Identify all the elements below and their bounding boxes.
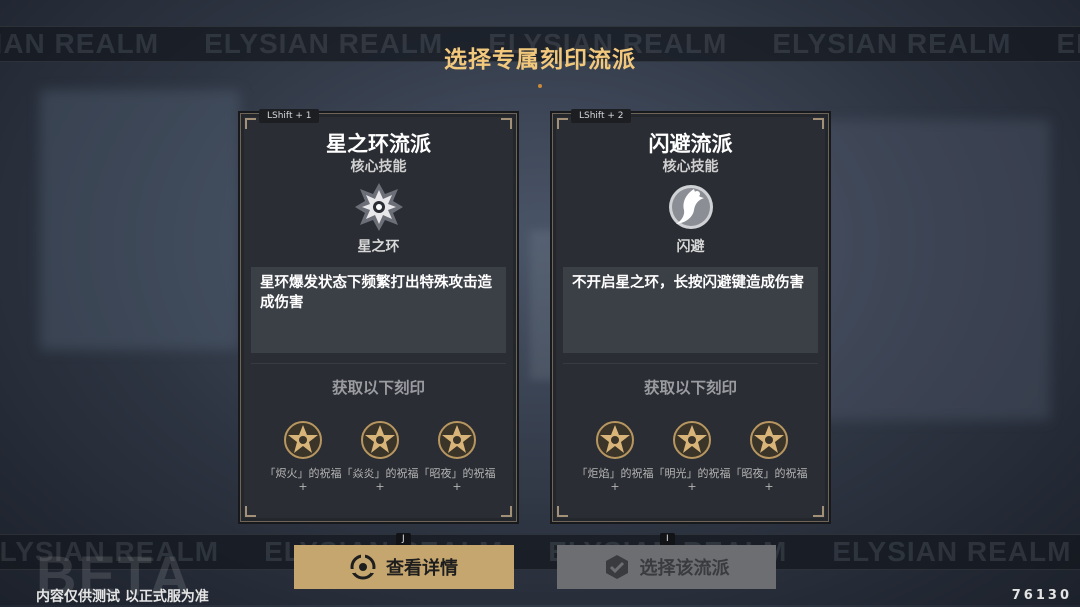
card-corner-ornament — [813, 506, 824, 517]
signet-emblem-icon — [673, 421, 711, 459]
view-details-button[interactable]: 查看详情 — [294, 545, 514, 589]
select-school-label: 选择该流派 — [639, 558, 730, 579]
core-skill-name: 星之环 — [357, 239, 400, 255]
card-title: 星之环流派 — [326, 132, 431, 156]
core-skill-label: 核心技能 — [662, 159, 719, 175]
reward-label: 「烬火」的祝福+ — [264, 467, 342, 493]
reward-item[interactable]: 「昭夜」的祝福+ — [417, 419, 497, 493]
reward-item[interactable]: 「炬焰」的祝福+ — [575, 419, 655, 493]
card-corner-ornament — [501, 506, 512, 517]
reward-item[interactable]: 「烬火」的祝福+ — [263, 419, 343, 493]
build-version: 76130 — [1011, 588, 1072, 603]
test-disclaimer: 内容仅供测试 以正式服为准 — [36, 589, 209, 605]
title-accent-dot — [538, 84, 542, 88]
dodge-emblem-icon — [668, 185, 713, 229]
signet-emblem-icon — [438, 421, 476, 459]
school-description: 不开启星之环，长按闪避键造成伤害 — [563, 267, 818, 353]
view-details-icon — [350, 554, 376, 580]
card-hotkey-hint: LShift + 1 — [259, 109, 320, 123]
signet-emblem-icon — [596, 421, 634, 459]
card-corner-ornament — [557, 506, 568, 517]
reward-label: 「昭夜」的祝福+ — [730, 467, 808, 493]
check-shield-icon — [605, 555, 628, 579]
rewards-list: 「烬火」的祝福+ 「焱炎」的祝福+ 「昭夜」的祝福+ — [241, 419, 516, 499]
card-hotkey-hint: LShift + 2 — [571, 109, 632, 123]
reward-label: 「炬焰」的祝福+ — [576, 467, 654, 493]
reward-item[interactable]: 「焱炎」的祝福+ — [340, 419, 420, 493]
signet-emblem-icon — [361, 421, 399, 459]
school-card-dodge[interactable]: LShift + 2 闪避流派 核心技能 闪避 不开启星之环，长按闪避键造成伤害… — [552, 109, 829, 522]
reward-item[interactable]: 「明光」的祝福+ — [652, 419, 732, 493]
rewards-title: 获取以下刻印 — [331, 379, 425, 397]
reward-label: 「明光」的祝福+ — [653, 467, 731, 493]
signet-emblem-icon — [750, 421, 788, 459]
signet-emblem-icon — [284, 421, 322, 459]
reward-item[interactable]: 「昭夜」的祝福+ — [729, 419, 809, 493]
background — [0, 0, 1080, 605]
reward-label: 「焱炎」的祝福+ — [341, 467, 419, 493]
select-school-button[interactable]: 选择该流派 — [557, 545, 776, 589]
core-skill-label: 核心技能 — [350, 159, 407, 175]
divider — [251, 363, 506, 364]
divider — [563, 363, 818, 364]
card-title: 闪避流派 — [648, 132, 733, 156]
rewards-list: 「炬焰」的祝福+ 「明光」的祝福+ 「昭夜」的祝福+ — [553, 419, 828, 499]
watermark-text: ELYSIAN REALM — [832, 536, 1072, 567]
school-card-star-ring[interactable]: LShift + 1 星之环流派 核心技能 星之环 星环爆发状态下频繁打出特殊攻… — [240, 109, 517, 522]
reward-label: 「昭夜」的祝福+ — [418, 467, 496, 493]
card-corner-ornament — [245, 506, 256, 517]
rewards-title: 获取以下刻印 — [643, 379, 737, 397]
page-title: 选择专属刻印流派 — [444, 47, 636, 73]
core-skill-name: 闪避 — [676, 239, 705, 255]
star-ring-emblem-icon — [354, 183, 403, 231]
school-description: 星环爆发状态下频繁打出特殊攻击造成伤害 — [251, 267, 506, 353]
view-details-label: 查看详情 — [386, 558, 458, 579]
